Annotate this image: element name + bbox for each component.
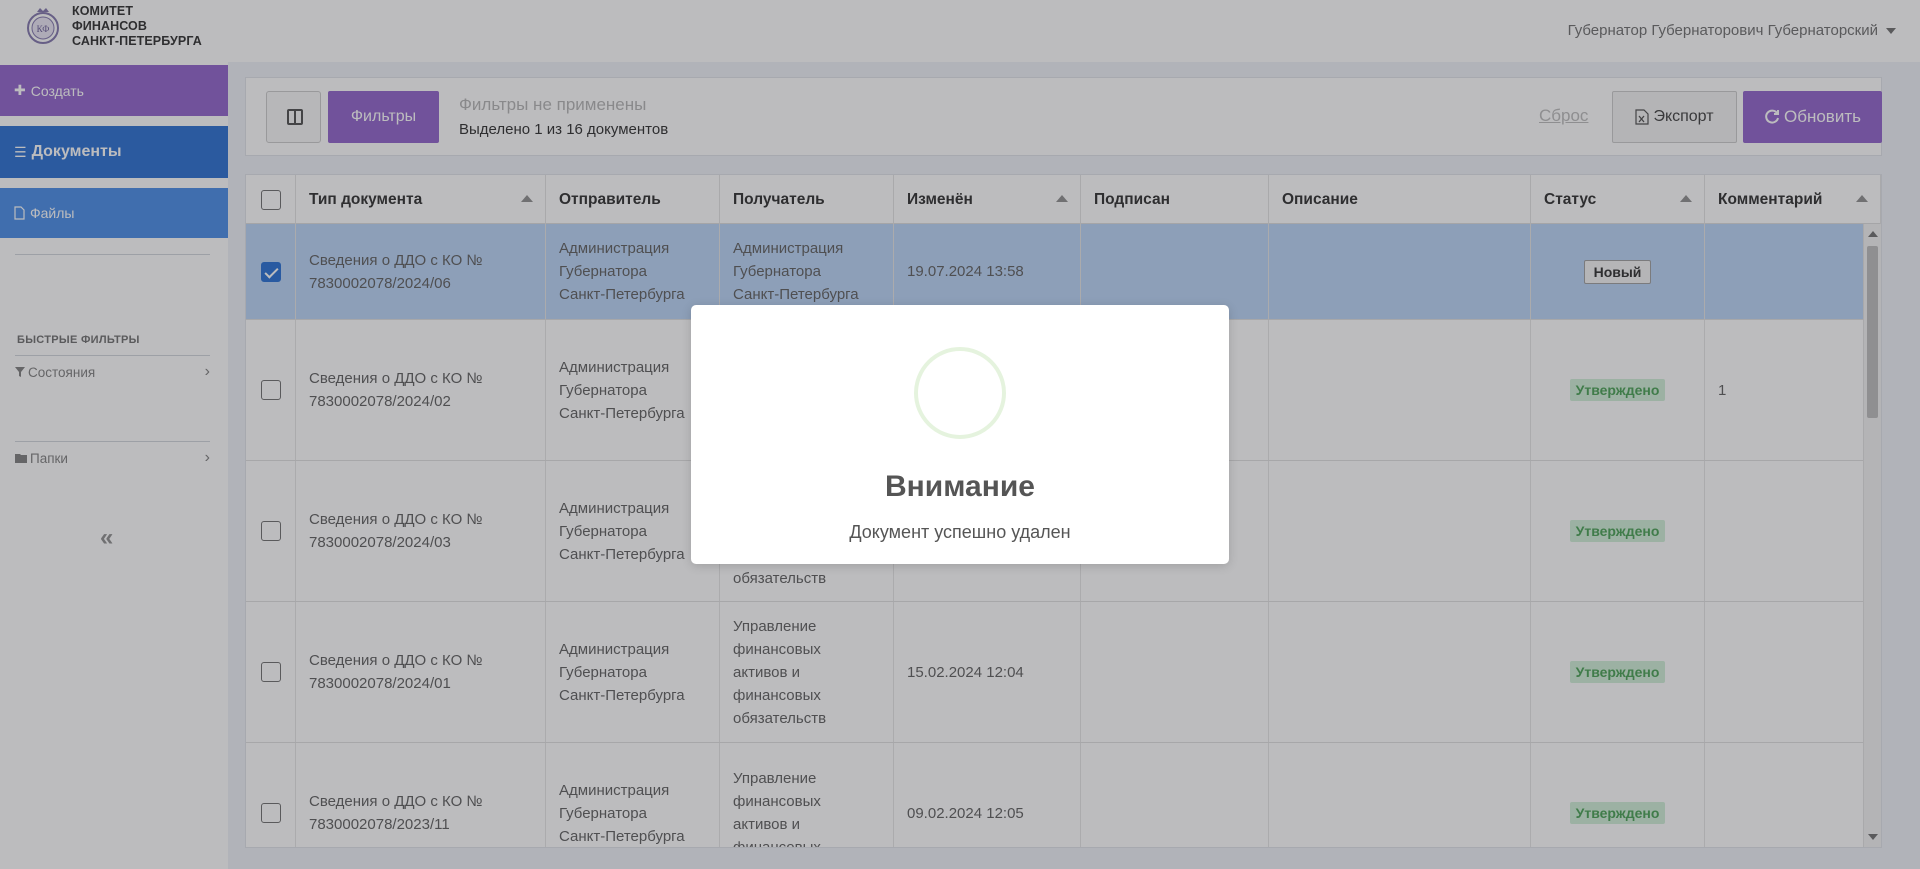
success-icon [914,347,1006,439]
dialog-message: Документ успешно удален [849,522,1071,542]
alert-dialog: Внимание Документ успешно удален [691,305,1229,564]
dialog-title: Внимание [885,470,1035,503]
